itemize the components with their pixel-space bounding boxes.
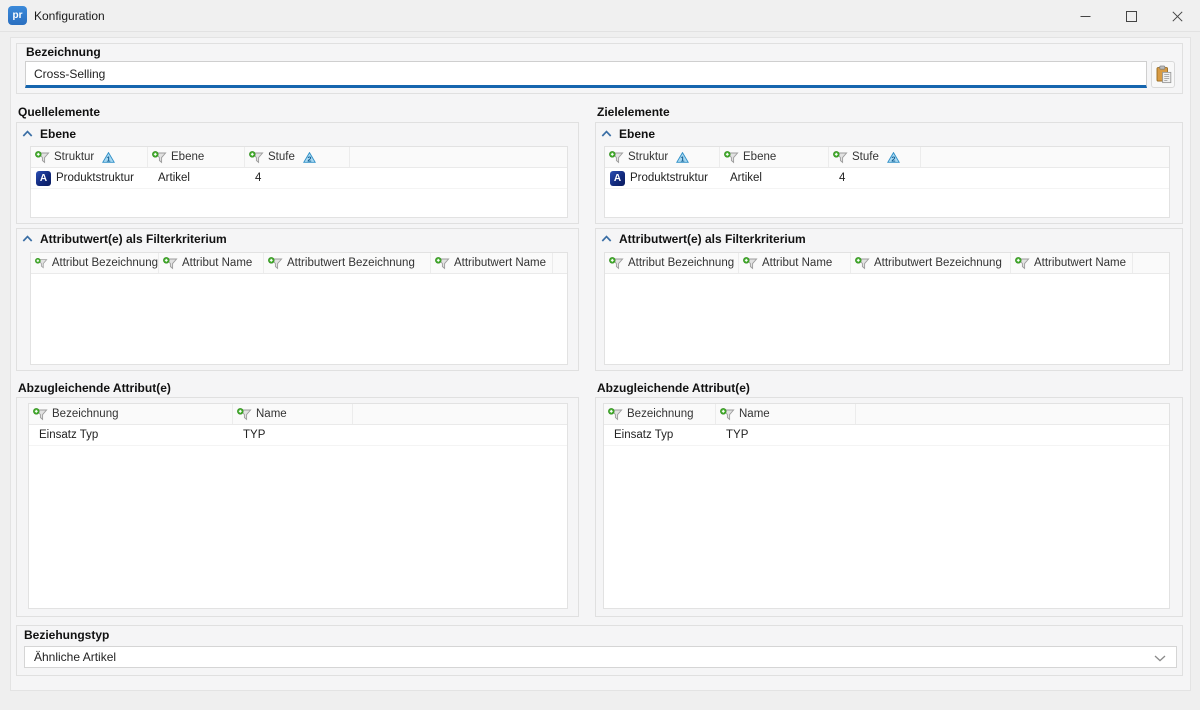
column-header-attributwert-name[interactable]: Attributwert Name: [1011, 253, 1133, 273]
column-header-attribut-bezeichnung[interactable]: Attribut Bezeichnung: [605, 253, 739, 273]
beziehungstyp-select[interactable]: Ähnliche Artikel: [24, 646, 1177, 668]
collapse-icon[interactable]: [22, 130, 33, 138]
beziehungstyp-label: Beziehungstyp: [24, 628, 109, 642]
bezeichnung-input[interactable]: [25, 61, 1147, 88]
sort-ascending-icon: 1: [676, 152, 689, 163]
column-header-struktur[interactable]: Struktur 1: [31, 147, 148, 167]
filter-icon[interactable]: [249, 151, 264, 164]
column-header-empty: [350, 147, 567, 167]
column-header-attributwert-bezeichnung[interactable]: Attributwert Bezeichnung: [851, 253, 1011, 273]
filter-icon[interactable]: [724, 151, 739, 164]
table-row[interactable]: Einsatz Typ TYP: [29, 425, 567, 446]
filter-icon[interactable]: [35, 257, 48, 270]
column-header-empty: [921, 147, 1169, 167]
filter-icon[interactable]: [237, 408, 252, 421]
table-row[interactable]: Einsatz Typ TYP: [604, 425, 1169, 446]
article-type-icon: A: [36, 171, 51, 186]
source-filter-title: Attributwert(e) als Filterkriterium: [40, 232, 227, 246]
svg-text:2: 2: [307, 154, 311, 163]
bezeichnung-label: Bezeichnung: [26, 45, 101, 59]
maximize-icon: [1126, 11, 1137, 22]
column-header-stufe[interactable]: Stufe 2: [829, 147, 921, 167]
table-row[interactable]: A Produktstruktur Artikel 4: [605, 168, 1169, 189]
filter-icon[interactable]: [855, 257, 870, 270]
svg-text:2: 2: [891, 154, 895, 163]
sort-ascending-icon: 2: [303, 152, 316, 163]
filter-icon[interactable]: [163, 257, 178, 270]
filter-icon[interactable]: [609, 257, 624, 270]
window-title: Konfiguration: [34, 9, 105, 23]
clipboard-icon: [1154, 65, 1173, 85]
collapse-icon[interactable]: [22, 235, 33, 243]
column-header-attribut-name[interactable]: Attribut Name: [739, 253, 851, 273]
target-abzugleichende-table: Bezeichnung Name Einsatz Typ TYP: [603, 403, 1170, 609]
table-row[interactable]: A Produktstruktur Artikel 4: [31, 168, 567, 189]
target-ebene-table: Struktur 1 Ebene Stufe 2 A Produktstrukt…: [604, 146, 1170, 218]
column-header-ebene[interactable]: Ebene: [720, 147, 829, 167]
filter-icon[interactable]: [609, 151, 624, 164]
column-header-name[interactable]: Name: [233, 404, 353, 424]
target-ebene-title: Ebene: [619, 127, 655, 141]
article-type-icon: A: [610, 171, 625, 186]
title-bar: pr Konfiguration: [0, 0, 1200, 32]
source-abzugleichende-title: Abzugleichende Attribut(e): [18, 381, 171, 395]
column-header-empty: [553, 253, 567, 273]
filter-icon[interactable]: [720, 408, 735, 421]
app-icon: pr: [8, 6, 27, 25]
collapse-icon[interactable]: [601, 130, 612, 138]
source-ebene-title: Ebene: [40, 127, 76, 141]
filter-icon[interactable]: [1015, 257, 1030, 270]
paste-button[interactable]: [1151, 61, 1175, 88]
svg-text:1: 1: [107, 154, 111, 163]
filter-icon[interactable]: [435, 257, 450, 270]
target-filter-table: Attribut Bezeichnung Attribut Name Attri…: [604, 252, 1170, 365]
source-filter-table: Attribut Bezeichnung Attribut Name Attri…: [30, 252, 568, 365]
collapse-icon[interactable]: [601, 235, 612, 243]
filter-icon[interactable]: [608, 408, 623, 421]
filter-icon[interactable]: [33, 408, 48, 421]
quellelemente-title: Quellelemente: [18, 105, 100, 119]
svg-text:1: 1: [681, 154, 685, 163]
column-header-struktur[interactable]: Struktur 1: [605, 147, 720, 167]
filter-icon[interactable]: [35, 151, 50, 164]
close-button[interactable]: [1154, 0, 1200, 32]
target-filter-title: Attributwert(e) als Filterkriterium: [619, 232, 806, 246]
column-header-empty: [1133, 253, 1169, 273]
filter-icon[interactable]: [268, 257, 283, 270]
column-header-name[interactable]: Name: [716, 404, 856, 424]
column-header-stufe[interactable]: Stufe 2: [245, 147, 350, 167]
filter-icon[interactable]: [743, 257, 758, 270]
column-header-attribut-bezeichnung[interactable]: Attribut Bezeichnung: [31, 253, 159, 273]
column-header-attributwert-name[interactable]: Attributwert Name: [431, 253, 553, 273]
filter-icon[interactable]: [152, 151, 167, 164]
sort-ascending-icon: 1: [102, 152, 115, 163]
sort-ascending-icon: 2: [887, 152, 900, 163]
column-header-bezeichnung[interactable]: Bezeichnung: [604, 404, 716, 424]
maximize-button[interactable]: [1108, 0, 1154, 32]
source-abzugleichende-table: Bezeichnung Name Einsatz Typ TYP: [28, 403, 568, 609]
zielelemente-title: Zielelemente: [597, 105, 670, 119]
column-header-attribut-name[interactable]: Attribut Name: [159, 253, 264, 273]
source-ebene-table: Struktur 1 Ebene Stufe 2 A Produktstrukt…: [30, 146, 568, 218]
column-header-bezeichnung[interactable]: Bezeichnung: [29, 404, 233, 424]
column-header-empty: [353, 404, 567, 424]
column-header-empty: [856, 404, 1169, 424]
column-header-attributwert-bezeichnung[interactable]: Attributwert Bezeichnung: [264, 253, 431, 273]
chevron-down-icon: [1154, 655, 1166, 662]
close-icon: [1172, 11, 1183, 22]
column-header-ebene[interactable]: Ebene: [148, 147, 245, 167]
filter-icon[interactable]: [833, 151, 848, 164]
minimize-icon: [1080, 11, 1091, 22]
target-abzugleichende-title: Abzugleichende Attribut(e): [597, 381, 750, 395]
minimize-button[interactable]: [1062, 0, 1108, 32]
